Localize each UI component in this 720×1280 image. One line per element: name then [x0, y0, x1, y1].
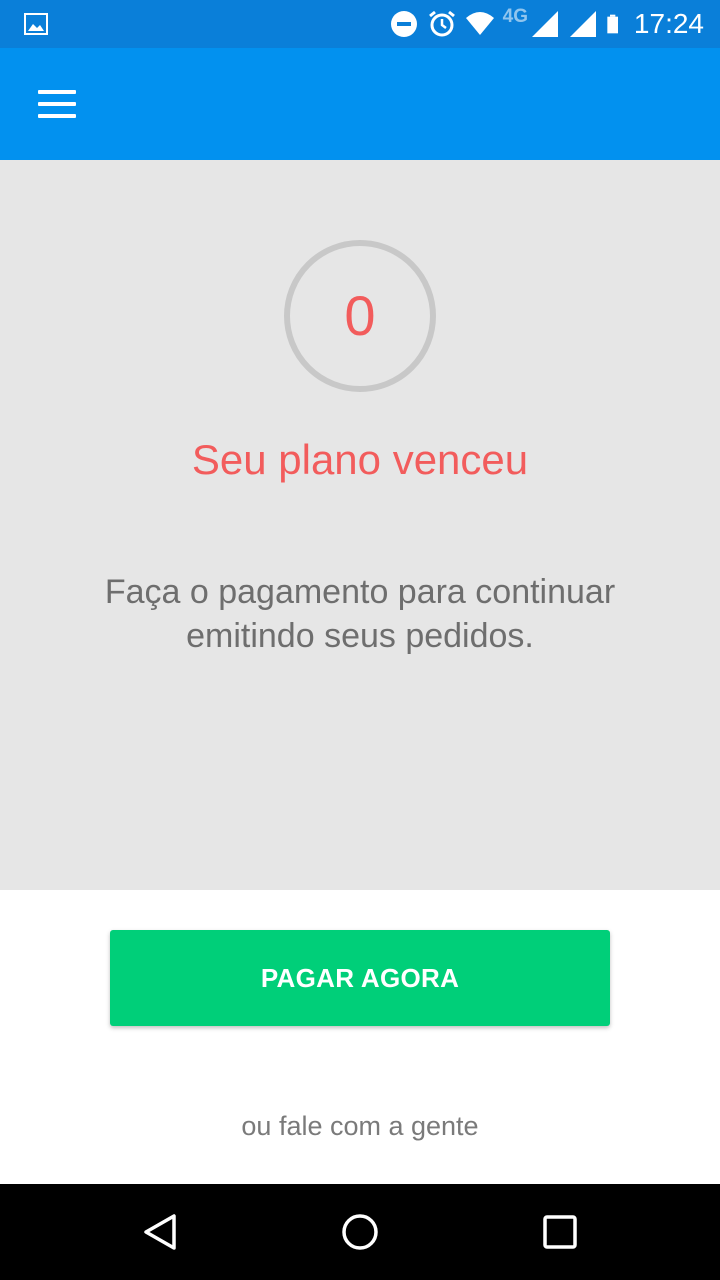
status-bar: 4G 17:24 [0, 0, 720, 48]
hamburger-menu-icon [38, 90, 76, 118]
contact-us-link[interactable]: ou fale com a gente [0, 1106, 720, 1146]
do-not-disturb-icon [390, 11, 417, 37]
home-icon[interactable] [336, 1208, 384, 1256]
cell-signal-icon [532, 11, 558, 37]
alarm-icon [428, 10, 455, 37]
plan-expired-title: Seu plano venceu [191, 436, 529, 483]
back-icon[interactable] [136, 1208, 184, 1256]
plan-status-panel: 0 Seu plano venceu Faça o pagamento para… [0, 160, 720, 890]
image-notification-icon [24, 13, 48, 35]
status-clock: 17:24 [633, 8, 704, 39]
menu-button[interactable] [28, 80, 84, 128]
payment-message: Faça o pagamento para continuar emitindo… [104, 573, 616, 655]
days-remaining-ring: 0 [284, 240, 436, 392]
pay-now-button[interactable]: PAGAR AGORA [110, 930, 610, 1026]
wifi-icon [465, 12, 494, 35]
battery-icon [607, 14, 618, 34]
cell-signal-icon [570, 11, 596, 37]
app-bar [0, 48, 720, 160]
status-icons: 4G [389, 6, 626, 40]
system-nav-bar [0, 1184, 720, 1280]
days-remaining-value: 0 [344, 284, 376, 347]
network-type-label: 4G [502, 6, 528, 27]
recents-icon[interactable] [536, 1208, 584, 1256]
